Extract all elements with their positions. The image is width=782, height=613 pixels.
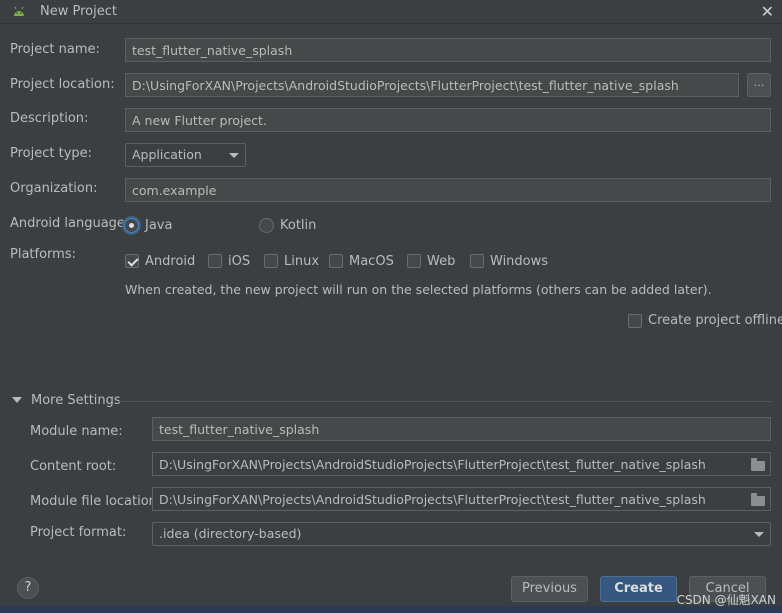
- module-name-label: Module name:: [30, 424, 123, 439]
- platform-windows-checkbox[interactable]: [470, 254, 484, 268]
- description-input[interactable]: [125, 108, 771, 132]
- organization-input[interactable]: [125, 178, 771, 202]
- title-bar: New Project ✕: [0, 0, 782, 24]
- project-name-label: Project name:: [10, 42, 100, 57]
- platform-macos-checkbox[interactable]: [329, 254, 343, 268]
- project-type-value: Application: [132, 147, 202, 162]
- platform-linux-label[interactable]: Linux: [284, 254, 319, 269]
- previous-button[interactable]: Previous: [511, 576, 588, 602]
- collapse-chevron-icon[interactable]: [12, 397, 22, 403]
- folder-icon[interactable]: [751, 458, 765, 471]
- android-language-label: Android language:: [10, 216, 130, 231]
- project-format-label: Project format:: [30, 525, 127, 540]
- module-name-input[interactable]: [152, 417, 771, 441]
- window-title: New Project: [40, 4, 117, 19]
- module-file-location-input[interactable]: [152, 487, 771, 511]
- project-name-input[interactable]: [125, 38, 771, 62]
- module-file-location-label: Module file location:: [30, 494, 162, 509]
- offline-checkbox[interactable]: [628, 314, 642, 328]
- bottom-strip: [0, 606, 782, 613]
- project-location-input[interactable]: [125, 73, 739, 97]
- platform-android-label[interactable]: Android: [145, 254, 195, 269]
- platforms-note: When created, the new project will run o…: [125, 282, 712, 297]
- chevron-down-icon: [754, 532, 764, 537]
- platform-ios-checkbox[interactable]: [208, 254, 222, 268]
- more-settings-header[interactable]: More Settings: [31, 393, 121, 408]
- platform-web-checkbox[interactable]: [407, 254, 421, 268]
- browse-location-button[interactable]: ...: [747, 73, 771, 97]
- platforms-label: Platforms:: [10, 247, 76, 262]
- platform-android-checkbox[interactable]: [125, 254, 139, 268]
- project-type-label: Project type:: [10, 146, 93, 161]
- project-location-label: Project location:: [10, 77, 115, 92]
- kotlin-radio[interactable]: [259, 218, 274, 233]
- content-root-label: Content root:: [30, 459, 117, 474]
- java-radio-label[interactable]: Java: [145, 218, 172, 233]
- help-icon[interactable]: ?: [17, 577, 39, 599]
- project-format-select[interactable]: .idea (directory-based): [152, 522, 771, 546]
- platform-web-label[interactable]: Web: [427, 254, 455, 269]
- description-label: Description:: [10, 111, 89, 126]
- platform-macos-label[interactable]: MacOS: [349, 254, 394, 269]
- folder-icon[interactable]: [751, 493, 765, 506]
- create-button[interactable]: Create: [600, 576, 677, 602]
- platform-ios-label[interactable]: iOS: [228, 254, 250, 269]
- java-radio[interactable]: [124, 218, 139, 233]
- content-root-input[interactable]: [152, 452, 771, 476]
- organization-label: Organization:: [10, 181, 98, 196]
- platform-linux-checkbox[interactable]: [264, 254, 278, 268]
- project-format-value: .idea (directory-based): [159, 526, 302, 541]
- close-icon[interactable]: ✕: [761, 2, 774, 21]
- chevron-down-icon: [229, 153, 239, 158]
- offline-label[interactable]: Create project offline: [648, 313, 782, 328]
- section-divider: [118, 401, 772, 402]
- kotlin-radio-label[interactable]: Kotlin: [280, 218, 316, 233]
- android-icon: [14, 6, 24, 16]
- platform-windows-label[interactable]: Windows: [490, 254, 548, 269]
- project-type-select[interactable]: Application: [125, 143, 246, 167]
